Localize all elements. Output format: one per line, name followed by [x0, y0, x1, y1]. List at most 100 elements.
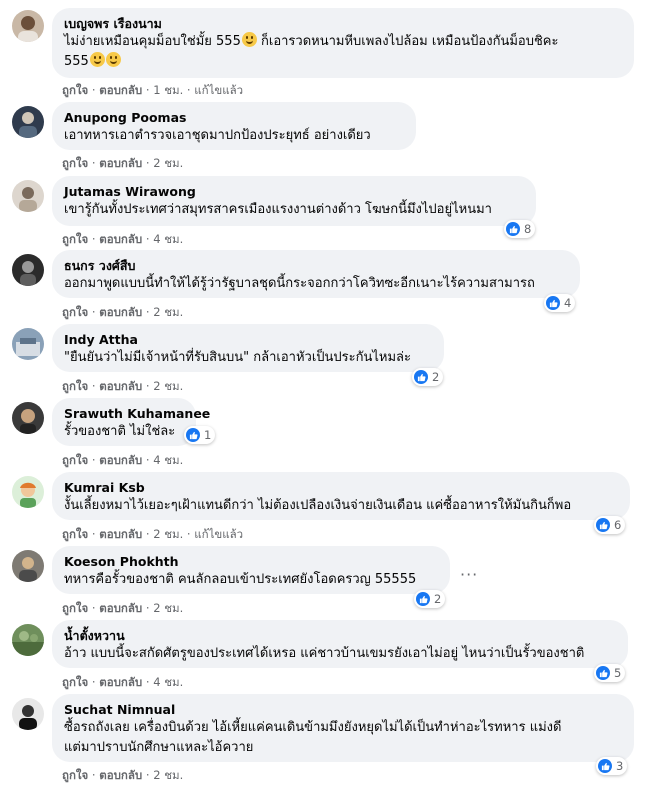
comment-author[interactable]: Koeson Phokhth [64, 553, 438, 570]
grin-emoji-icon [89, 52, 105, 67]
comment-bubble: Suchat Nimnual ซื้อรถถังเลย เครื่องบินด้… [52, 694, 634, 762]
comment-actions: ถูกใจ · ตอบกลับ · 2 ชม. [62, 156, 184, 170]
like-link[interactable]: ถูกใจ [62, 232, 88, 246]
comment-text: อ้าว แบบนี้จะสกัดศัตรูของประเทศได้เหรอ แ… [64, 646, 585, 661]
reply-link[interactable]: ตอบกลับ [99, 379, 142, 393]
reaction-count[interactable]: 5 [594, 664, 626, 682]
comment-text: ทหารคือรั้วของชาติ คนลักลอบเข้าประเทศยัง… [64, 572, 417, 587]
comment-bubble: Jutamas Wirawong เขารู้กันทั้งประเทศว่าส… [52, 176, 536, 226]
comment-author[interactable]: ธนกร วงศ์สืบ [64, 257, 568, 274]
reply-link[interactable]: ตอบกลับ [99, 83, 142, 97]
reply-link[interactable]: ตอบกลับ [99, 768, 142, 782]
comment-time[interactable]: 2 ชม. [153, 768, 183, 782]
comment-text: งั้นเลี้ยงหมาไว้เยอะๆเฝ้าแทนดีกว่า ไม่ต้… [64, 498, 572, 513]
comment-bubble: Anupong Poomas เอาทหารเอาตำรวจเอาชุดมาปก… [52, 102, 416, 150]
comment-actions: ถูกใจ · ตอบกลับ · 1 ชม. · แก้ไขแล้ว [62, 83, 244, 97]
comment-author[interactable]: Srawuth Kuhamanee [64, 405, 210, 422]
comment-actions: ถูกใจ · ตอบกลับ · 2 ชม. [62, 305, 184, 319]
comment-text: ออกมาพูดแบบนี้ทำให้ได้รู้ว่ารัฐบาลชุดนี้… [64, 276, 535, 291]
comment-author[interactable]: Anupong Poomas [64, 109, 404, 126]
comment-text: เอาทหารเอาตำรวจเอาชุดมาปกป้องประยุทธ์ อย… [64, 128, 371, 143]
comment-author[interactable]: น้ำตั้งหวาน [64, 627, 616, 644]
avatar[interactable] [12, 106, 44, 138]
like-link[interactable]: ถูกใจ [62, 83, 88, 97]
like-reaction-icon [546, 296, 560, 310]
avatar[interactable] [12, 698, 44, 730]
comment-time[interactable]: 4 ชม. [153, 453, 183, 467]
comment-time[interactable]: 2 ชม. [153, 601, 183, 615]
avatar[interactable] [12, 550, 44, 582]
grin-emoji-icon [105, 52, 121, 67]
like-reaction-icon [416, 592, 430, 606]
comment-time[interactable]: 4 ชม. [153, 675, 183, 689]
avatar[interactable] [12, 624, 44, 656]
comment-text-line: 555 [64, 52, 622, 72]
avatar[interactable] [12, 10, 44, 42]
reply-link[interactable]: ตอบกลับ [99, 305, 142, 319]
like-reaction-icon [186, 428, 200, 442]
reaction-count[interactable]: 1 [184, 426, 216, 444]
avatar[interactable] [12, 476, 44, 508]
reaction-count[interactable]: 4 [544, 294, 576, 312]
like-link[interactable]: ถูกใจ [62, 601, 88, 615]
comment-text: ไม่ง่ายเหมือนคุมม็อบใช่มั้ย 555 ก็เอารวด… [64, 32, 559, 49]
reply-link[interactable]: ตอบกลับ [99, 527, 142, 541]
reply-link[interactable]: ตอบกลับ [99, 601, 142, 615]
avatar[interactable] [12, 180, 44, 212]
comment-text: รั้วของชาติ ไม่ใช่ละ [64, 424, 176, 439]
comment-author[interactable]: Indy Attha [64, 331, 432, 348]
avatar[interactable] [12, 402, 44, 434]
like-link[interactable]: ถูกใจ [62, 305, 88, 319]
comment-text: เขารู้กันทั้งประเทศว่าสมุทรสาครเมืองแรงง… [64, 202, 492, 217]
comment-time[interactable]: 2 ชม. [153, 156, 183, 170]
comment-actions: ถูกใจ · ตอบกลับ · 2 ชม. · แก้ไขแล้ว [62, 527, 244, 541]
like-link[interactable]: ถูกใจ [62, 675, 88, 689]
comment-author[interactable]: Kumrai Ksb [64, 479, 618, 496]
reaction-count[interactable]: 3 [596, 757, 628, 775]
comment-bubble: Indy Attha "ยืนยันว่าไม่มีเจ้าหน้าที่รับ… [52, 324, 444, 372]
grin-emoji-icon [241, 32, 257, 47]
reply-link[interactable]: ตอบกลับ [99, 675, 142, 689]
comment-time[interactable]: 4 ชม. [153, 232, 183, 246]
edited-label[interactable]: แก้ไขแล้ว [194, 527, 243, 541]
comment-bubble: เบญจพร เรืองนาม ไม่ง่ายเหมือนคุมม็อบใช่ม… [52, 8, 634, 78]
reaction-count[interactable]: 8 [504, 220, 536, 238]
comment-actions: ถูกใจ · ตอบกลับ · 2 ชม. [62, 379, 184, 393]
comment-bubble: ธนกร วงศ์สืบ ออกมาพูดแบบนี้ทำให้ได้รู้ว่… [52, 250, 580, 298]
reaction-count[interactable]: 2 [412, 368, 444, 386]
like-reaction-icon [506, 222, 520, 236]
like-link[interactable]: ถูกใจ [62, 768, 88, 782]
like-reaction-icon [598, 759, 612, 773]
comment-time[interactable]: 2 ชม. [153, 527, 183, 541]
reaction-count[interactable]: 6 [594, 516, 626, 534]
more-options-button[interactable]: ··· [460, 565, 478, 584]
comment-bubble: Kumrai Ksb งั้นเลี้ยงหมาไว้เยอะๆเฝ้าแทนด… [52, 472, 630, 520]
like-link[interactable]: ถูกใจ [62, 453, 88, 467]
like-reaction-icon [414, 370, 428, 384]
like-link[interactable]: ถูกใจ [62, 379, 88, 393]
comment-author[interactable]: Suchat Nimnual [64, 701, 622, 718]
reaction-count[interactable]: 2 [414, 590, 446, 608]
like-link[interactable]: ถูกใจ [62, 527, 88, 541]
comment-text-line: แต่มาปราบนักศึกษาแหละไอ้ควาย [64, 740, 254, 755]
comment-actions: ถูกใจ · ตอบกลับ · 2 ชม. [62, 768, 184, 782]
comment-time[interactable]: 1 ชม. [153, 83, 183, 97]
comment-actions: ถูกใจ · ตอบกลับ · 4 ชม. [62, 232, 184, 246]
comment-author[interactable]: Jutamas Wirawong [64, 183, 524, 200]
avatar[interactable] [12, 328, 44, 360]
comment-bubble: Srawuth Kuhamanee รั้วของชาติ ไม่ใช่ละ [52, 398, 210, 446]
edited-label[interactable]: แก้ไขแล้ว [194, 83, 243, 97]
comment-text: ซื้อรถถังเลย เครื่องบินด้วย ไอ้เหี้ยแค่ค… [64, 720, 562, 735]
like-link[interactable]: ถูกใจ [62, 156, 88, 170]
reply-link[interactable]: ตอบกลับ [99, 453, 142, 467]
comment-actions: ถูกใจ · ตอบกลับ · 4 ชม. [62, 453, 184, 467]
reply-link[interactable]: ตอบกลับ [99, 156, 142, 170]
like-reaction-icon [596, 666, 610, 680]
comment-time[interactable]: 2 ชม. [153, 379, 183, 393]
avatar[interactable] [12, 254, 44, 286]
comment-text: "ยืนยันว่าไม่มีเจ้าหน้าที่รับสินบน" กล้า… [64, 350, 411, 365]
comment-author[interactable]: เบญจพร เรืองนาม [64, 15, 622, 32]
comment-actions: ถูกใจ · ตอบกลับ · 4 ชม. [62, 675, 184, 689]
comment-time[interactable]: 2 ชม. [153, 305, 183, 319]
reply-link[interactable]: ตอบกลับ [99, 232, 142, 246]
